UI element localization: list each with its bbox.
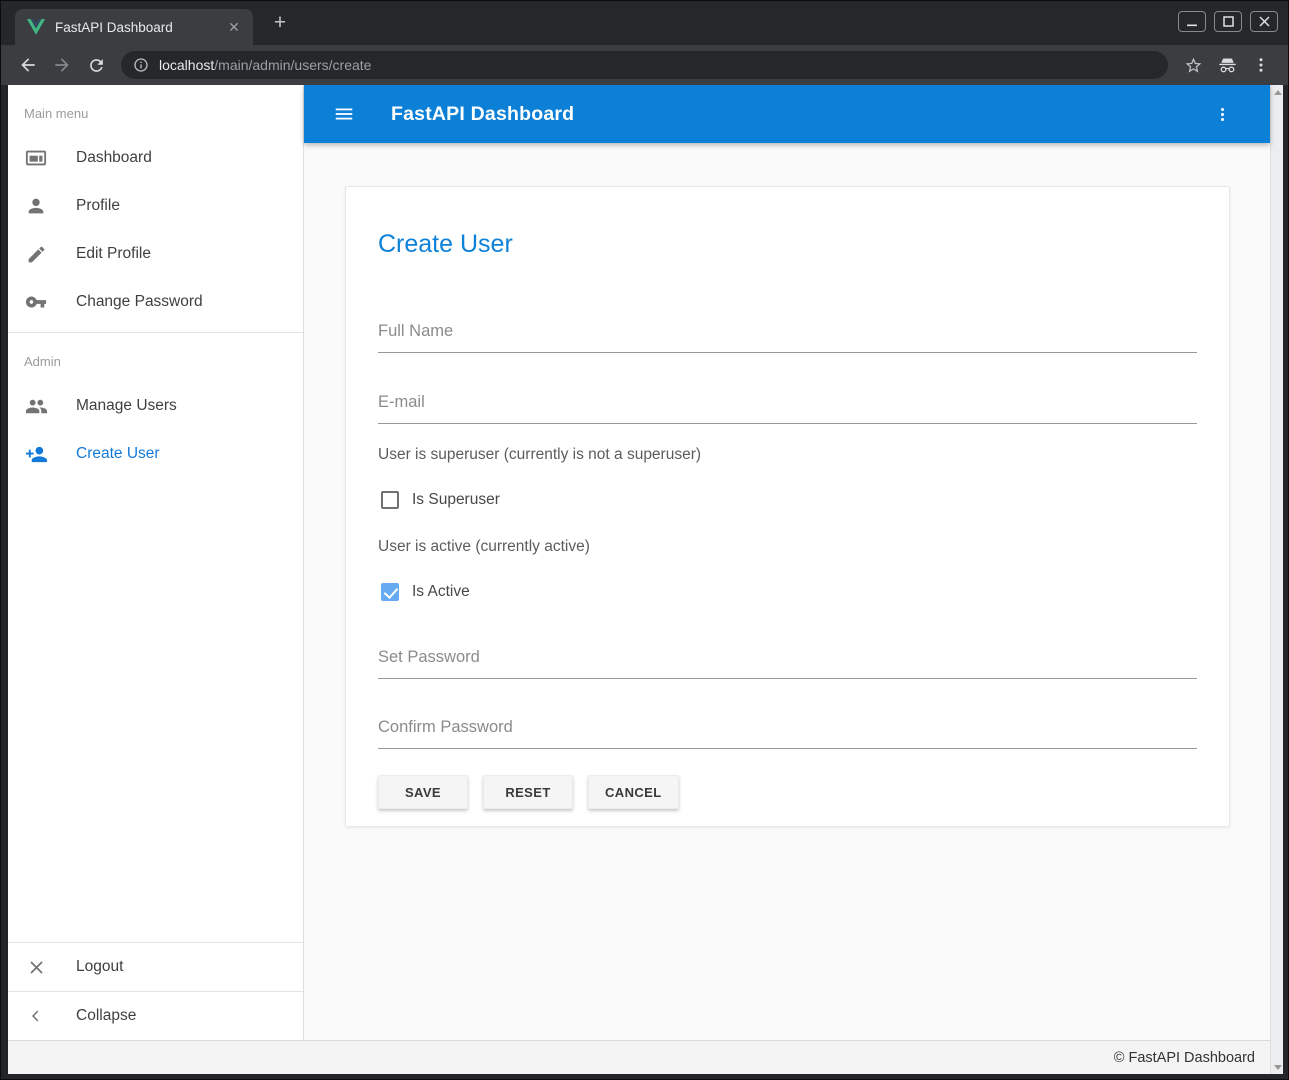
- url-text: localhost/main/admin/users/create: [159, 57, 371, 73]
- sidebar-item-collapse[interactable]: Collapse: [8, 992, 303, 1040]
- browser-menu-kebab-icon[interactable]: [1246, 50, 1276, 80]
- main-area: FastAPI Dashboard Create User: [304, 85, 1270, 1040]
- incognito-icon: [1212, 50, 1242, 80]
- maximize-button[interactable]: [1214, 11, 1242, 32]
- sidebar-item-label: Profile: [76, 197, 120, 215]
- back-icon[interactable]: [13, 50, 43, 80]
- is-active-label: Is Active: [412, 583, 470, 601]
- sidebar-item-dashboard[interactable]: Dashboard: [8, 134, 303, 182]
- app-page: Main menu Dashboard Profile: [8, 85, 1270, 1074]
- active-hint: User is active (currently active): [378, 537, 1197, 557]
- sidebar-item-label: Collapse: [76, 1007, 136, 1025]
- tab-title: FastAPI Dashboard: [55, 20, 225, 35]
- cancel-button[interactable]: CANCEL: [588, 775, 679, 809]
- full-name-input[interactable]: [378, 322, 1197, 353]
- email-input[interactable]: [378, 393, 1197, 424]
- is-superuser-checkbox[interactable]: [381, 491, 399, 509]
- create-user-card: Create User User is superuser (currently…: [345, 186, 1230, 827]
- new-tab-button[interactable]: +: [267, 11, 293, 37]
- hamburger-menu-icon[interactable]: [326, 96, 362, 132]
- is-superuser-label: Is Superuser: [412, 491, 500, 509]
- pencil-icon: [24, 242, 48, 266]
- sidebar-item-label: Manage Users: [76, 397, 177, 415]
- form-actions: SAVE RESET CANCEL: [378, 775, 1197, 809]
- sidebar-item-logout[interactable]: Logout: [8, 943, 303, 991]
- superuser-hint: User is superuser (currently is not a su…: [378, 445, 1197, 465]
- url-path: /main/admin/users/create: [214, 57, 371, 73]
- url-bar[interactable]: localhost/main/admin/users/create: [121, 51, 1168, 79]
- sidebar-item-edit-profile[interactable]: Edit Profile: [8, 230, 303, 278]
- window-controls: [1178, 11, 1288, 46]
- content-area: Create User User is superuser (currently…: [304, 143, 1270, 1040]
- toolbar-actions: [1176, 50, 1278, 80]
- sidebar-bottom: Logout Collapse: [8, 942, 303, 1040]
- sidebar-item-label: Dashboard: [76, 149, 152, 167]
- sidebar-item-label: Edit Profile: [76, 245, 151, 263]
- vue-favicon-icon: [27, 18, 45, 36]
- sidebar-item-label: Create User: [76, 445, 160, 463]
- scrollbar-up-arrow-icon[interactable]: [1271, 85, 1283, 99]
- reload-icon[interactable]: [81, 50, 111, 80]
- sidebar-item-profile[interactable]: Profile: [8, 182, 303, 230]
- people-icon: [24, 394, 48, 418]
- dashboard-icon: [24, 146, 48, 170]
- app-title: FastAPI Dashboard: [391, 103, 574, 126]
- close-x-icon: [24, 955, 48, 979]
- sidebar-item-label: Change Password: [76, 293, 203, 311]
- is-superuser-row[interactable]: Is Superuser: [378, 488, 1197, 512]
- reset-button[interactable]: RESET: [483, 775, 573, 809]
- chevron-left-icon: [24, 1004, 48, 1028]
- page-viewport: Main menu Dashboard Profile: [8, 85, 1283, 1074]
- password-field-wrap: [378, 648, 1197, 679]
- page-title: Create User: [378, 187, 1197, 259]
- copyright-text: © FastAPI Dashboard: [1114, 1050, 1255, 1066]
- app-menu-kebab-icon[interactable]: [1204, 96, 1240, 132]
- person-icon: [24, 194, 48, 218]
- browser-tabstrip: FastAPI Dashboard ✕ +: [1, 1, 1288, 45]
- key-icon: [24, 290, 48, 314]
- site-info-icon[interactable]: [133, 57, 149, 73]
- app-footer: © FastAPI Dashboard: [8, 1040, 1270, 1074]
- save-button[interactable]: SAVE: [378, 775, 468, 809]
- minimize-button[interactable]: [1178, 11, 1206, 32]
- tab-close-icon[interactable]: ✕: [225, 18, 243, 36]
- full-name-field-wrap: [378, 322, 1197, 353]
- sidebar-item-manage-users[interactable]: Manage Users: [8, 382, 303, 430]
- close-window-button[interactable]: [1250, 11, 1278, 32]
- app-header: FastAPI Dashboard: [304, 85, 1270, 143]
- sidebar-item-change-password[interactable]: Change Password: [8, 278, 303, 326]
- sidebar: Main menu Dashboard Profile: [8, 85, 304, 1040]
- browser-window: FastAPI Dashboard ✕ +: [0, 0, 1289, 1080]
- confirm-password-input[interactable]: [378, 718, 1197, 749]
- sidebar-item-create-user[interactable]: Create User: [8, 430, 303, 478]
- sidebar-section-admin: Admin: [8, 333, 303, 382]
- url-host: localhost: [159, 57, 214, 73]
- is-active-row[interactable]: Is Active: [378, 580, 1197, 604]
- confirm-password-field-wrap: [378, 718, 1197, 749]
- set-password-input[interactable]: [378, 648, 1197, 679]
- browser-tab[interactable]: FastAPI Dashboard ✕: [15, 9, 253, 45]
- vertical-scrollbar[interactable]: [1270, 85, 1283, 1074]
- sidebar-item-label: Logout: [76, 958, 123, 976]
- is-active-checkbox[interactable]: [381, 583, 399, 601]
- sidebar-section-main-menu: Main menu: [8, 85, 303, 134]
- bookmark-star-icon[interactable]: [1178, 50, 1208, 80]
- scrollbar-down-arrow-icon[interactable]: [1271, 1060, 1283, 1074]
- browser-toolbar: localhost/main/admin/users/create: [1, 45, 1288, 85]
- email-field-wrap: [378, 393, 1197, 424]
- person-add-icon: [24, 442, 48, 466]
- forward-icon[interactable]: [47, 50, 77, 80]
